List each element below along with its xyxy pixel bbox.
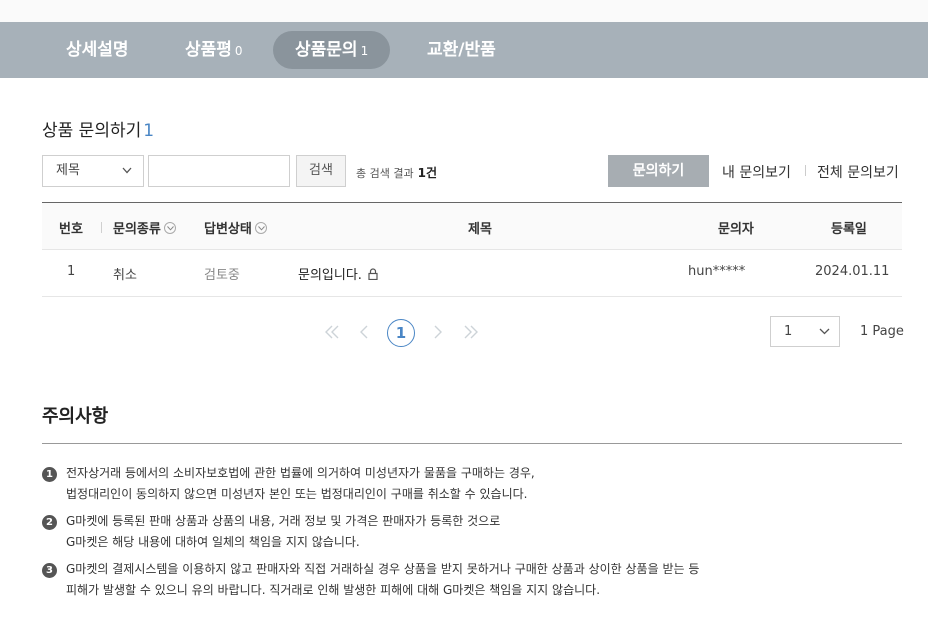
header-status-sort[interactable]: 답변상태 bbox=[204, 218, 267, 237]
tab-exchange-return[interactable]: 교환/반품 bbox=[427, 31, 496, 69]
tab-detail[interactable]: 상세설명 bbox=[66, 31, 129, 69]
prev-page-icon[interactable] bbox=[358, 324, 370, 340]
row-date: 2024.01.11 bbox=[815, 264, 890, 279]
sort-chevron-icon bbox=[163, 222, 176, 234]
number-badge-icon: 3 bbox=[42, 563, 57, 578]
last-page-icon[interactable] bbox=[463, 324, 479, 340]
page-total: 1 Page bbox=[860, 324, 904, 339]
row-no: 1 bbox=[67, 264, 76, 279]
table-header: 번호 문의종류 답변상태 제목 문의자 등록일 bbox=[42, 202, 902, 250]
search-input[interactable] bbox=[148, 155, 290, 187]
notice-item: 2 G마켓에 등록된 판매 상품과 상품의 내용, 거래 정보 및 가격은 판매… bbox=[42, 511, 500, 553]
notice-line-2: G마켓은 해당 내용에 대하여 일체의 책임을 지지 않습니다. bbox=[66, 535, 360, 549]
header-no: 번호 bbox=[59, 222, 83, 237]
notice-divider bbox=[42, 443, 902, 444]
tab-count: 0 bbox=[234, 44, 243, 58]
notice-line-1: G마켓에 등록된 판매 상품과 상품의 내용, 거래 정보 및 가격은 판매자가… bbox=[66, 514, 501, 528]
section-title-text: 상품 문의하기 bbox=[42, 121, 142, 141]
tab-count: 1 bbox=[360, 44, 369, 58]
tab-label: 상품문의 bbox=[295, 40, 358, 60]
header-type-label: 문의종류 bbox=[113, 222, 161, 237]
top-strip bbox=[0, 0, 928, 22]
ask-question-button[interactable]: 문의하기 bbox=[608, 155, 709, 187]
header-status-label: 답변상태 bbox=[204, 222, 252, 237]
all-questions-link[interactable]: 전체 문의보기 bbox=[817, 162, 899, 182]
tab-bar: 상세설명 상품평 0 상품문의 1 교환/반품 bbox=[0, 22, 928, 78]
tab-label: 상품평 bbox=[185, 40, 232, 60]
notice-item: 3 G마켓의 결제시스템을 이용하지 않고 판매자와 직접 거래하실 경우 상품… bbox=[42, 559, 699, 601]
table-row[interactable]: 1 취소 검토중 문의입니다. hun***** 2024.01.11 bbox=[42, 250, 902, 297]
row-title-text: 문의입니다. bbox=[298, 268, 362, 283]
tab-qna[interactable]: 상품문의 1 bbox=[273, 31, 391, 69]
page-select[interactable]: 1 bbox=[770, 316, 840, 347]
notice-item: 1 전자상거래 등에서의 소비자보호법에 관한 법률에 의거하여 미성년자가 물… bbox=[42, 463, 535, 505]
result-count: 1건 bbox=[417, 166, 437, 180]
search-type-select[interactable]: 제목 bbox=[42, 155, 144, 187]
row-author: hun***** bbox=[688, 264, 746, 279]
chevron-down-icon bbox=[122, 167, 132, 174]
link-divider bbox=[805, 165, 806, 176]
tab-label: 상세설명 bbox=[66, 40, 129, 60]
page-current[interactable]: 1 bbox=[387, 319, 415, 347]
notice-line-2: 피해가 발생할 수 있으니 유의 바랍니다. 직거래로 인해 발생한 피해에 대… bbox=[66, 583, 601, 597]
page-select-value: 1 bbox=[784, 324, 793, 339]
row-type: 취소 bbox=[113, 268, 137, 283]
number-badge-icon: 2 bbox=[42, 515, 57, 530]
search-button[interactable]: 검색 bbox=[296, 155, 346, 187]
result-prefix: 총 검색 결과 bbox=[356, 167, 414, 180]
notice-line-1: G마켓의 결제시스템을 이용하지 않고 판매자와 직접 거래하실 경우 상품을 … bbox=[66, 562, 700, 576]
tab-label: 교환/반품 bbox=[427, 40, 496, 60]
search-type-value: 제목 bbox=[56, 163, 80, 178]
section-title: 상품 문의하기 1 bbox=[42, 116, 154, 141]
section-count: 1 bbox=[143, 121, 155, 141]
notice-line-2: 법정대리인이 동의하지 않으면 미성년자 본인 또는 법정대리인이 구매를 취소… bbox=[66, 487, 528, 501]
row-title[interactable]: 문의입니다. bbox=[298, 264, 378, 283]
number-badge-icon: 1 bbox=[42, 467, 57, 482]
header-divider bbox=[101, 222, 102, 233]
sort-chevron-icon bbox=[254, 222, 267, 234]
my-questions-link[interactable]: 내 문의보기 bbox=[722, 162, 791, 182]
next-page-icon[interactable] bbox=[432, 324, 444, 340]
notice-title: 주의사항 bbox=[42, 406, 109, 427]
notice-line-1: 전자상거래 등에서의 소비자보호법에 관한 법률에 의거하여 미성년자가 물품을… bbox=[66, 466, 535, 480]
chevron-down-icon bbox=[819, 328, 830, 335]
search-result-summary: 총 검색 결과 1건 bbox=[356, 164, 437, 181]
tab-reviews[interactable]: 상품평 0 bbox=[185, 31, 243, 69]
header-title: 제목 bbox=[468, 222, 492, 237]
row-status: 검토중 bbox=[204, 268, 240, 283]
header-author: 문의자 bbox=[718, 222, 754, 237]
first-page-icon[interactable] bbox=[324, 324, 340, 340]
header-date: 등록일 bbox=[831, 222, 867, 237]
header-type-sort[interactable]: 문의종류 bbox=[113, 218, 176, 237]
lock-icon bbox=[368, 268, 378, 280]
